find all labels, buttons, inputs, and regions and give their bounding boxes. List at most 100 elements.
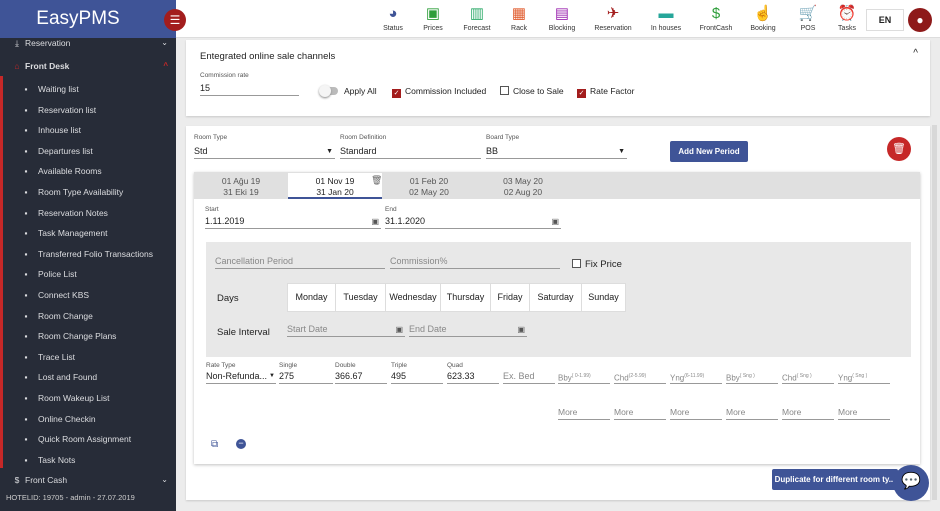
duplicate-room-type-button[interactable]: Duplicate for different room ty... [772, 469, 898, 490]
period-tab[interactable]: 03 May 20 02 Aug 20 [476, 173, 570, 199]
sidebar-item-label: Reservation Notes [38, 207, 108, 218]
sidebar-item-reservation-notes[interactable]: ▪ Reservation Notes [5, 203, 176, 223]
sidebar-item-available-rooms[interactable]: ▪ Available Rooms [5, 161, 176, 181]
room-type-select[interactable]: Std ▼ [194, 145, 335, 159]
extra-price-input[interactable]: Bby( Sng ) [726, 370, 778, 384]
commission-percent-input[interactable]: Commission% [390, 255, 560, 269]
period-tab[interactable]: 01 Nov 19 31 Jan 20 [288, 173, 382, 199]
sidebar-item-reservation-list[interactable]: ▪ Reservation list [5, 100, 176, 120]
day-toggle-saturday[interactable]: Saturday [529, 283, 582, 312]
scrollbar[interactable] [932, 125, 937, 500]
sidebar-group-front-cash[interactable]: $ Front Cash ⌄ [0, 470, 176, 490]
day-toggle-sunday[interactable]: Sunday [581, 283, 626, 312]
period-tab[interactable]: 01 Ağu 19 31 Eki 19 [194, 173, 288, 199]
sidebar-item-connect-kbs[interactable]: ▪ Connect KBS [5, 285, 176, 305]
toolbar-tasks-button[interactable]: ⏰ Tasks [822, 3, 872, 32]
more-input[interactable]: More [726, 406, 778, 420]
sidebar-group-front-desk[interactable]: ⌂ Front Desk ^ [0, 56, 176, 76]
collapse-icon[interactable]: ^ [913, 48, 918, 59]
toolbar-blocking-button[interactable]: ▤ Blocking [537, 3, 587, 32]
sidebar-item-trace-list[interactable]: ▪ Trace List [5, 347, 176, 367]
start-date-input[interactable]: 1.11.2019 ▣ [205, 215, 381, 229]
sidebar-item-quick-room-assignment[interactable]: ▪ Quick Room Assignment [5, 429, 176, 449]
double-price-input[interactable]: 366.67 [335, 370, 387, 384]
sidebar-item-room-wakeup-list[interactable]: ▪ Room Wakeup List [5, 388, 176, 408]
quad-price-input[interactable]: 623.33 [447, 370, 499, 384]
end-date-input[interactable]: 31.1.2020 ▣ [385, 215, 561, 229]
sidebar-item-inhouse-list[interactable]: ▪ Inhouse list [5, 120, 176, 140]
notes-icon: ▪ [24, 207, 28, 218]
fix-price-checkbox[interactable]: Fix Price [572, 259, 622, 270]
day-toggle-tuesday[interactable]: Tuesday [335, 283, 386, 312]
more-input[interactable]: More [558, 406, 610, 420]
sidebar-item-task-management[interactable]: ▪ Task Management [5, 223, 176, 243]
sidebar-item-online-checkin[interactable]: ▪ Online Checkin [5, 409, 176, 429]
more-input[interactable]: More [838, 406, 890, 420]
remove-icon[interactable]: − [236, 439, 246, 449]
delete-icon[interactable]: 🗑 [887, 137, 911, 161]
menu-toggle-button[interactable]: ☰ [164, 9, 186, 31]
sidebar-item-room-change-plans[interactable]: ▪ Room Change Plans [5, 326, 176, 346]
extra-price-input[interactable]: Chd( Sng ) [782, 370, 834, 384]
dollar-icon: $ [711, 5, 721, 22]
delete-period-icon[interactable]: 🗑 [371, 175, 382, 186]
day-toggle-monday[interactable]: Monday [287, 283, 336, 312]
triple-price-input[interactable]: 495 [391, 370, 443, 384]
extra-price-input[interactable]: Bby( 0-1.99) [558, 370, 610, 384]
sale-interval-label: Sale Interval [217, 327, 270, 338]
toolbar-in-houses-button[interactable]: ▬ In houses [641, 3, 691, 32]
day-toggle-friday[interactable]: Friday [490, 283, 530, 312]
more-input[interactable]: More [670, 406, 722, 420]
add-new-period-button[interactable]: Add New Period [670, 141, 748, 162]
rate-factor-checkbox[interactable]: ✓ Rate Factor [577, 86, 634, 98]
sidebar-item-waiting-list[interactable]: ▪ Waiting list [5, 79, 176, 99]
toolbar-booking-button[interactable]: ☝ Booking [738, 3, 788, 32]
period-end: 02 Aug 20 [503, 187, 543, 197]
extra-price-input[interactable]: Yng(6-11.99) [670, 370, 722, 384]
sidebar-item-departures-list[interactable]: ▪ Departures list [5, 141, 176, 161]
more-input[interactable]: More [782, 406, 834, 420]
apply-all-toggle[interactable]: Apply All [319, 85, 377, 97]
sidebar-item-room-change[interactable]: ▪ Room Change [5, 306, 176, 326]
user-avatar-button[interactable]: ● [908, 8, 932, 32]
extra-price-input[interactable]: Yng( Sng ) [838, 370, 890, 384]
copy-icon[interactable]: ⧉ [211, 439, 218, 450]
room-definition-input[interactable]: Standard [340, 145, 481, 159]
sidebar-item-police-list[interactable]: ▪ Police List [5, 264, 176, 284]
toolbar-reservation-button[interactable]: ✈ Reservation [588, 3, 638, 32]
calendar-icon: ▣ [371, 217, 379, 226]
sidebar-item-transferred-folio-transactions[interactable]: ▪ Transferred Folio Transactions [5, 244, 176, 264]
rate-type-select[interactable]: Non-Refunda... ▼ [206, 370, 276, 384]
single-price-input[interactable]: 275 [279, 370, 333, 384]
extra-bed-input[interactable]: Ex. Bed [503, 370, 555, 384]
toolbar-frontcash-button[interactable]: $ FrontCash [691, 3, 741, 32]
sidebar-item-label: Departures list [38, 145, 93, 156]
language-button[interactable]: EN [866, 9, 904, 31]
commission-rate-input[interactable]: 15 [200, 82, 299, 96]
day-toggle-wednesday[interactable]: Wednesday [385, 283, 441, 312]
sale-end-date-input[interactable]: End Date ▣ [409, 323, 527, 337]
sidebar-item-task-nots[interactable]: ▪ Task Nots [5, 450, 176, 470]
sale-start-date-input[interactable]: Start Date ▣ [287, 323, 405, 337]
extra-price-input[interactable]: Chd(2-5.99) [614, 370, 666, 384]
day-toggle-thursday[interactable]: Thursday [440, 283, 491, 312]
flight-land-icon: ✈ [606, 5, 620, 22]
sidebar-group-label: Front Cash [25, 475, 68, 485]
section-title: Entegrated online sale channels [200, 51, 336, 62]
toolbar-prices-button[interactable]: ▣ Prices [408, 3, 458, 32]
board-type-select[interactable]: BB ▼ [486, 145, 627, 159]
sidebar-item-lost-and-found[interactable]: ▪ Lost and Found [5, 367, 176, 387]
cancellation-period-input[interactable]: Cancellation Period [215, 255, 385, 269]
chat-icon[interactable]: 💬 [893, 465, 929, 501]
sidebar-group-reservation[interactable]: ⤓ Reservation ⌄ [0, 33, 176, 53]
extra-age-range: ( 0-1.99) [571, 373, 591, 379]
sidebar-item-room-type-availability[interactable]: ▪ Room Type Availability [5, 182, 176, 202]
room-type-value: Std [194, 146, 208, 156]
period-tab[interactable]: 01 Feb 20 02 May 20 [382, 173, 476, 199]
calendar-icon: ▣ [551, 217, 559, 226]
chevron-down-icon: ⌄ [161, 38, 168, 47]
close-to-sale-checkbox[interactable]: Close to Sale [500, 86, 564, 96]
more-input[interactable]: More [614, 406, 666, 420]
commission-included-checkbox[interactable]: ✓ Commission Included [392, 86, 486, 98]
start-date-value: 1.11.2019 [205, 216, 245, 226]
